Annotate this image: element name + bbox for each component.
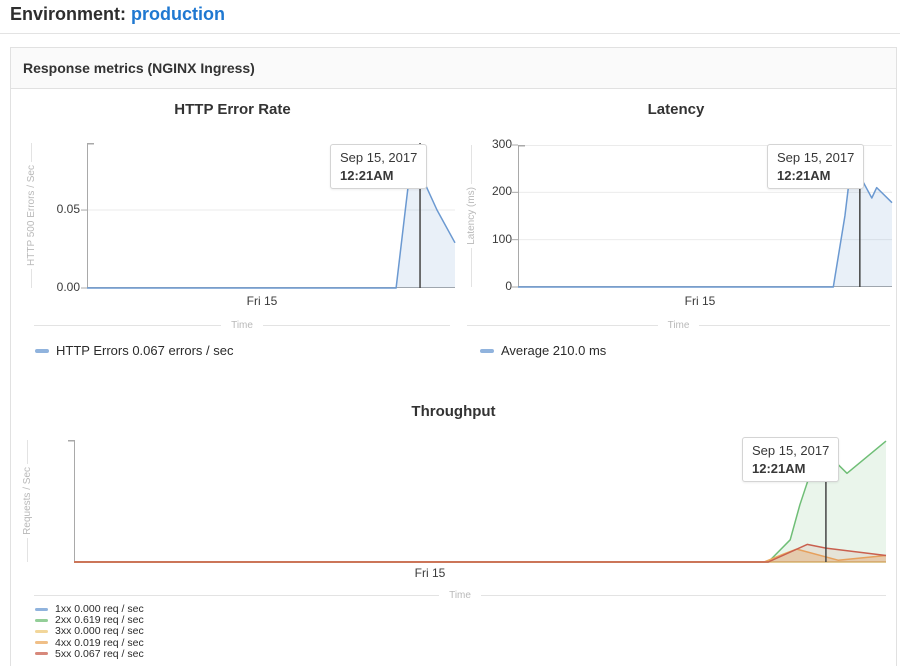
y-tick-label: 0: [467, 279, 512, 293]
axis-label-line: [27, 440, 28, 464]
axis-label-line: [34, 325, 221, 326]
chart-tooltip-throughput: Sep 15, 2017 12:21AM: [742, 437, 839, 482]
x-axis-label: Time: [34, 589, 886, 601]
y-tick-label: 100: [467, 232, 512, 246]
y-tick-label: 0.00: [35, 280, 80, 294]
legend-label: 4xx 0.019 req / sec: [55, 637, 144, 649]
legend-label: 2xx 0.619 req / sec: [55, 614, 144, 626]
x-axis-label-text: Time: [231, 320, 253, 331]
tooltip-date: Sep 15, 2017: [340, 150, 417, 165]
x-tick-label: Fri 15: [660, 294, 740, 308]
legend-swatch: [480, 349, 494, 353]
legend-label: 1xx 0.000 req / sec: [55, 603, 144, 615]
environment-link[interactable]: production: [131, 4, 225, 24]
legend-label: 5xx 0.067 req / sec: [55, 648, 144, 660]
y-axis-label: Requests / Sec: [20, 440, 34, 562]
y-tick-label: 0.05: [35, 202, 80, 216]
chart-title-http-error-rate: HTTP Error Rate: [10, 101, 455, 118]
chart-title-latency: Latency: [455, 101, 897, 118]
tooltip-time: 12:21AM: [340, 168, 417, 183]
x-axis-label-text: Time: [449, 590, 471, 601]
tooltip-date: Sep 15, 2017: [752, 443, 829, 458]
y-tick-label: 300: [467, 137, 512, 151]
legend-item-2xx: 2xx 0.619 req / sec: [35, 614, 144, 626]
axis-label-line: [27, 538, 28, 562]
legend-swatch: [35, 619, 48, 622]
legend-label: 3xx 0.000 req / sec: [55, 625, 144, 637]
y-tick-label: 200: [467, 184, 512, 198]
legend-item-average: Average 210.0 ms: [480, 343, 606, 358]
tooltip-time: 12:21AM: [752, 461, 829, 476]
y-axis-label-text: Requests / Sec: [22, 467, 33, 535]
axis-label-line: [34, 595, 439, 596]
legend-swatch: [35, 349, 49, 353]
legend-item-1xx: 1xx 0.000 req / sec: [35, 603, 144, 615]
legend-swatch: [35, 652, 48, 655]
environment-label: Environment:: [10, 4, 126, 24]
axis-label-line: [263, 325, 450, 326]
environment-heading: Environment: production: [10, 4, 225, 25]
axis-label-line: [31, 269, 32, 288]
legend-swatch: [35, 608, 48, 611]
x-tick-label: Fri 15: [390, 566, 470, 580]
x-axis-label-text: Time: [668, 320, 690, 331]
y-axis-label: Latency (ms): [464, 145, 478, 287]
legend-label: HTTP Errors 0.067 errors / sec: [56, 343, 233, 358]
axis-label-line: [481, 595, 886, 596]
tooltip-date: Sep 15, 2017: [777, 150, 854, 165]
panel-title: Response metrics (NGINX Ingress): [11, 48, 896, 89]
axis-label-line: [467, 325, 658, 326]
legend-item-3xx: 3xx 0.000 req / sec: [35, 625, 144, 637]
legend-item-http-errors: HTTP Errors 0.067 errors / sec: [35, 343, 233, 358]
header-divider: [0, 33, 900, 34]
chart-tooltip-http-error-rate: Sep 15, 2017 12:21AM: [330, 144, 427, 189]
chart-tooltip-latency: Sep 15, 2017 12:21AM: [767, 144, 864, 189]
axis-label-line: [699, 325, 890, 326]
axis-label-line: [31, 143, 32, 162]
x-axis-label: Time: [34, 319, 450, 331]
monitoring-dashboard: Environment: production Response metrics…: [0, 0, 900, 666]
legend-item-4xx: 4xx 0.019 req / sec: [35, 637, 144, 649]
legend-item-5xx: 5xx 0.067 req / sec: [35, 648, 144, 660]
x-axis-label: Time: [467, 319, 890, 331]
legend-swatch: [35, 641, 48, 644]
x-tick-label: Fri 15: [222, 294, 302, 308]
tooltip-time: 12:21AM: [777, 168, 854, 183]
legend-swatch: [35, 630, 48, 633]
chart-title-throughput: Throughput: [10, 403, 897, 420]
legend-label: Average 210.0 ms: [501, 343, 606, 358]
